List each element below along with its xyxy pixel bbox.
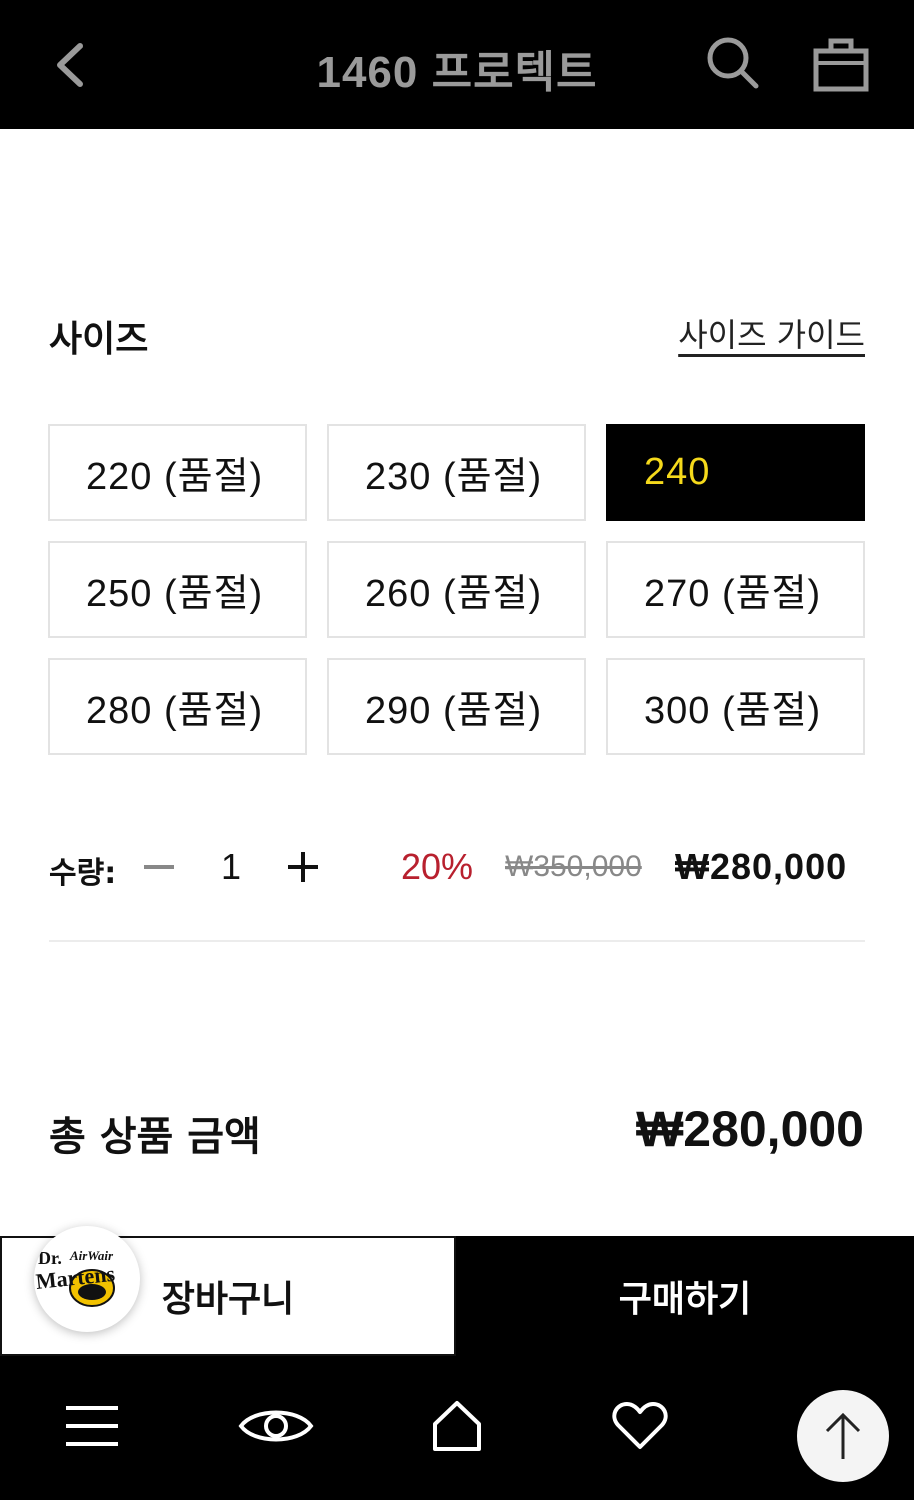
top-header: 1460 프로텍트 (0, 0, 914, 129)
size-guide-link[interactable]: 사이즈 가이드 (678, 310, 865, 356)
nav-home-button[interactable] (417, 1386, 497, 1466)
total-amount-label: 총 상품 금액 (49, 1114, 261, 1160)
brand-logo-badge[interactable]: Dr. AirWair Martens (34, 1226, 140, 1332)
eye-icon (238, 1410, 314, 1442)
size-option-240[interactable]: 240 (606, 424, 865, 521)
original-price: ₩350,000 (505, 850, 642, 883)
size-option-220[interactable]: 220 (품절) (48, 424, 307, 521)
scroll-to-top-button[interactable] (797, 1390, 889, 1482)
buy-now-button[interactable]: 구매하기 (456, 1236, 914, 1356)
size-option-270[interactable]: 270 (품절) (606, 541, 865, 638)
menu-icon (66, 1406, 118, 1446)
size-option-300[interactable]: 300 (품절) (606, 658, 865, 755)
minus-icon (144, 865, 174, 869)
size-option-280[interactable]: 280 (품절) (48, 658, 307, 755)
size-section-label: 사이즈 (49, 319, 149, 360)
page-title: 1460 프로텍트 (316, 48, 598, 97)
bottom-navigation (0, 1356, 914, 1500)
quantity-decrease-button[interactable] (141, 842, 177, 892)
size-option-260[interactable]: 260 (품절) (327, 541, 586, 638)
heart-icon (612, 1402, 668, 1449)
total-amount-value: ₩280,000 (636, 1101, 864, 1157)
quantity-price-row: 수량: 1 20% ₩350,000 ₩280,000 (49, 838, 867, 898)
size-options-grid: 220 (품절) 230 (품절) 240 250 (품절) 260 (품절) … (48, 424, 866, 755)
size-option-230[interactable]: 230 (품절) (327, 424, 586, 521)
quantity-label: 수량: (49, 856, 117, 891)
nav-recently-viewed-button[interactable] (236, 1386, 316, 1466)
discount-rate: 20% (401, 846, 474, 887)
arrow-up-icon (825, 1412, 861, 1459)
buy-now-label: 구매하기 (618, 1279, 752, 1320)
sale-price: ₩280,000 (675, 846, 848, 887)
nav-menu-button[interactable] (52, 1386, 132, 1466)
divider (49, 940, 865, 942)
size-option-250[interactable]: 250 (품절) (48, 541, 307, 638)
nav-wishlist-button[interactable] (600, 1386, 680, 1466)
quantity-increase-button[interactable] (285, 842, 321, 892)
size-option-290[interactable]: 290 (품절) (327, 658, 586, 755)
plus-icon (288, 852, 318, 882)
quantity-value: 1 (221, 846, 242, 887)
dr-martens-logo: Dr. AirWair Martens (34, 1248, 117, 1307)
shopping-bag-icon (813, 38, 869, 92)
home-icon (433, 1401, 481, 1451)
logo-text-dr: Dr. (38, 1248, 62, 1268)
search-icon (707, 37, 759, 89)
search-button[interactable] (700, 30, 764, 94)
add-to-cart-label: 장바구니 (161, 1279, 295, 1320)
shopping-bag-button[interactable] (808, 30, 874, 96)
